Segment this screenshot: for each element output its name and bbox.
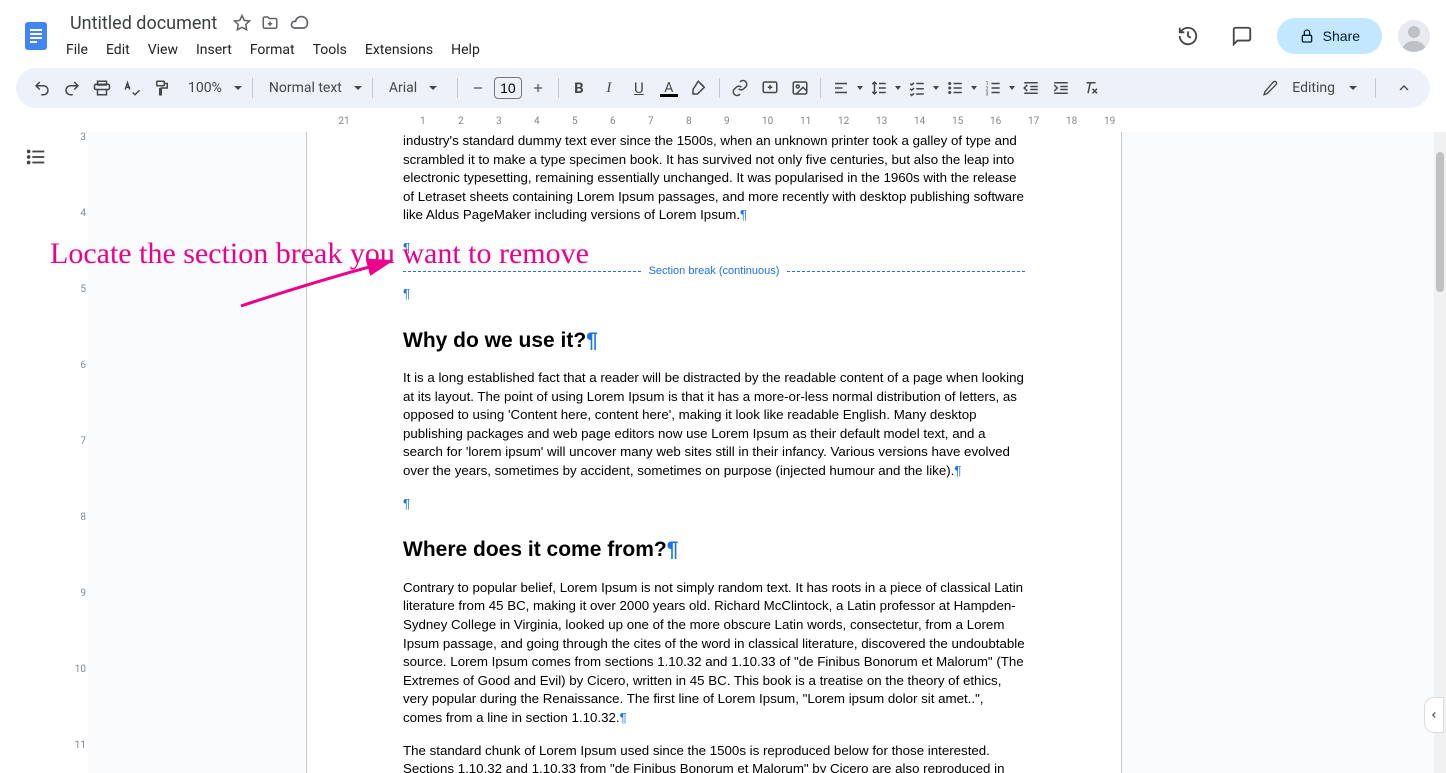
vertical-scrollbar[interactable] [1434, 132, 1446, 773]
comments-icon[interactable] [1223, 17, 1261, 55]
paragraph[interactable]: industry's standard dummy text ever sinc… [403, 133, 1024, 222]
numbered-list-dropdown[interactable]: 123 [979, 74, 1015, 102]
menubar: File Edit View Insert Format Tools Exten… [58, 38, 1169, 62]
docs-logo-icon[interactable] [16, 16, 56, 56]
insert-link-button[interactable] [726, 74, 754, 102]
scrollbar-thumb[interactable] [1436, 152, 1444, 292]
highlight-button[interactable] [685, 74, 713, 102]
clear-formatting-button[interactable] [1077, 74, 1105, 102]
paragraph[interactable]: It is a long established fact that a rea… [403, 370, 1024, 478]
bold-button[interactable]: B [565, 74, 593, 102]
pilcrow-icon: ¶ [403, 496, 410, 511]
heading[interactable]: Why do we use it? [403, 329, 586, 352]
menu-insert[interactable]: Insert [188, 38, 240, 62]
menu-edit[interactable]: Edit [98, 38, 138, 62]
header-right: Share [1169, 17, 1430, 55]
menu-file[interactable]: File [58, 38, 96, 62]
left-gutter [0, 116, 72, 773]
increase-font-button[interactable] [524, 74, 552, 102]
heading[interactable]: Where does it come from? [403, 538, 667, 561]
avatar[interactable] [1398, 20, 1430, 52]
document-title[interactable]: Untitled document [64, 11, 223, 36]
italic-button[interactable]: I [595, 74, 623, 102]
pilcrow-icon: ¶ [403, 286, 410, 301]
svg-text:3: 3 [985, 92, 988, 98]
menu-view[interactable]: View [140, 38, 186, 62]
move-icon[interactable] [261, 14, 279, 32]
section-break[interactable]: Section break (continuous) [403, 264, 1025, 279]
vertical-ruler[interactable]: 3 4 5 6 7 8 9 10 11 [72, 132, 88, 773]
add-comment-button[interactable] [756, 74, 784, 102]
doc-info: Untitled document File Edit View Insert … [64, 11, 1169, 62]
star-icon[interactable] [233, 14, 251, 32]
undo-button[interactable] [28, 74, 56, 102]
insert-image-button[interactable] [786, 74, 814, 102]
menu-extensions[interactable]: Extensions [357, 38, 441, 62]
page[interactable]: industry's standard dummy text ever sinc… [306, 132, 1122, 773]
spellcheck-button[interactable] [118, 74, 146, 102]
pilcrow-icon: ¶ [403, 240, 410, 255]
horizontal-ruler[interactable]: 2 1 1 2 3 4 5 6 7 8 9 10 11 12 13 14 15 … [306, 116, 1142, 132]
redo-button[interactable] [58, 74, 86, 102]
collapse-toolbar-button[interactable] [1390, 74, 1418, 102]
font-size-input[interactable] [494, 77, 522, 99]
underline-button[interactable]: U [625, 74, 653, 102]
pilcrow-icon: ¶ [954, 463, 961, 478]
workspace: 2 1 1 2 3 4 5 6 7 8 9 10 11 12 13 14 15 … [0, 116, 1446, 773]
outline-toggle-icon[interactable] [19, 140, 53, 178]
font-dropdown[interactable]: Arial [379, 80, 451, 96]
pilcrow-icon: ¶ [586, 329, 598, 352]
menu-help[interactable]: Help [443, 38, 488, 62]
zoom-dropdown[interactable]: 100% [178, 80, 246, 96]
history-icon[interactable] [1169, 17, 1207, 55]
share-label: Share [1323, 28, 1360, 44]
paragraph-style-dropdown[interactable]: Normal text [259, 80, 366, 96]
checklist-dropdown[interactable] [903, 74, 939, 102]
decrease-font-button[interactable] [464, 74, 492, 102]
increase-indent-button[interactable] [1047, 74, 1075, 102]
editing-mode-dropdown[interactable]: Editing [1250, 76, 1369, 100]
toolbar: 100% Normal text Arial B I U A 123 Editi… [16, 68, 1430, 108]
decrease-indent-button[interactable] [1017, 74, 1045, 102]
pilcrow-icon: ¶ [740, 207, 747, 222]
paragraph[interactable]: The standard chunk of Lorem Ipsum used s… [403, 743, 1004, 773]
ruler-area: 2 1 1 2 3 4 5 6 7 8 9 10 11 12 13 14 15 … [72, 116, 1446, 773]
bullet-list-dropdown[interactable] [941, 74, 977, 102]
side-panel-toggle[interactable] [1424, 697, 1444, 733]
line-spacing-dropdown[interactable] [865, 74, 901, 102]
print-button[interactable] [88, 74, 116, 102]
paragraph[interactable]: Contrary to popular belief, Lorem Ipsum … [403, 580, 1025, 725]
text-color-button[interactable]: A [655, 74, 683, 102]
menu-format[interactable]: Format [242, 38, 303, 62]
cloud-status-icon[interactable] [289, 13, 309, 33]
align-dropdown[interactable] [827, 74, 863, 102]
document-canvas: industry's standard dummy text ever sinc… [88, 132, 1446, 773]
menu-tools[interactable]: Tools [305, 38, 355, 62]
share-button[interactable]: Share [1277, 18, 1382, 54]
paint-format-button[interactable] [148, 74, 176, 102]
pilcrow-icon: ¶ [620, 710, 627, 725]
pilcrow-icon: ¶ [667, 538, 679, 561]
header: Untitled document File Edit View Insert … [0, 0, 1446, 64]
